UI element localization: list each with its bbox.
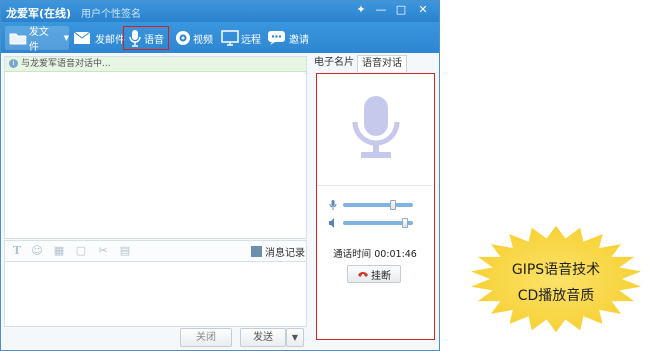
call-status-text: 与龙爱军语音对话中...	[21, 59, 111, 69]
image-icon[interactable]: ▦	[53, 245, 65, 257]
send-button[interactable]: 发送	[240, 328, 286, 347]
font-icon[interactable]: T	[11, 245, 23, 257]
invite-button[interactable]: 邀请	[267, 26, 309, 50]
send-mail-label: 发邮件	[95, 34, 125, 46]
feature-badge: GIPS语音技术 CD播放音质	[468, 225, 644, 333]
bottom-bar: 关闭 发送 ▼	[4, 328, 307, 348]
scissors-icon[interactable]: ✂	[97, 245, 109, 257]
remote-label: 远程	[241, 34, 261, 46]
call-time-value: 00:01:46	[374, 249, 417, 260]
close-icon[interactable]: ✕	[415, 3, 431, 17]
call-duration: 通话时间 00:01:46	[317, 246, 433, 260]
send-file-label: 发文件	[28, 27, 49, 53]
voice-call-panel: 通话时间 00:01:46 挂断	[316, 73, 435, 340]
divider	[317, 185, 433, 186]
microphone-icon	[352, 96, 400, 158]
right-panel: 电子名片 语音对话 通话时间 00:01:46 挂断	[309, 53, 437, 349]
tab-business-card[interactable]: 电子名片	[311, 55, 357, 72]
voice-button[interactable]: 语音	[123, 26, 169, 50]
minimize-icon[interactable]: —	[373, 3, 389, 17]
camera-icon	[176, 31, 190, 45]
call-status-notice: i 与龙爱军语音对话中...	[5, 57, 306, 72]
message-history-button[interactable]: 消息记录	[251, 244, 305, 259]
video-label: 视频	[193, 34, 213, 46]
monitor-icon	[221, 30, 239, 46]
info-icon: i	[9, 59, 18, 68]
starburst-shape	[470, 225, 642, 333]
file-icon[interactable]: ▤	[119, 245, 131, 257]
speaker-icon	[329, 218, 334, 228]
history-icon	[251, 246, 262, 257]
message-input[interactable]	[4, 262, 307, 327]
close-button[interactable]: 关闭	[180, 328, 232, 347]
emoji-icon[interactable]: ☺	[31, 245, 43, 257]
mail-icon	[73, 31, 91, 44]
speaker-volume-knob[interactable]	[401, 218, 408, 228]
phone-hangup-icon	[358, 272, 368, 277]
send-mail-button[interactable]: 发邮件	[73, 26, 125, 50]
pin-icon[interactable]: ✦	[353, 3, 369, 17]
badge-line-2: CD播放音质	[517, 288, 595, 304]
send-options-button[interactable]: ▼	[286, 328, 304, 347]
mic-volume-slider[interactable]	[329, 200, 419, 210]
user-signature: 用户个性签名	[81, 9, 141, 20]
hangup-label: 挂断	[371, 270, 391, 282]
message-history-label: 消息记录	[265, 248, 305, 259]
folder-icon	[9, 33, 27, 45]
mic-volume-track[interactable]	[343, 200, 413, 210]
mic-volume-knob[interactable]	[389, 200, 396, 210]
screenshot-icon[interactable]: ▢	[75, 245, 87, 257]
edit-toolbar: T ☺ ▦ ▢ ✂ ▤ 消息记录	[4, 240, 307, 262]
speaker-volume-slider[interactable]	[329, 218, 419, 228]
title-bar[interactable]: 龙爱军(在线) 用户个性签名 ✦ — □ ✕	[1, 1, 439, 22]
microphone-icon	[129, 30, 141, 47]
call-time-label: 通话时间	[333, 249, 372, 260]
voice-label: 语音	[144, 34, 164, 46]
mic-small-icon	[329, 200, 337, 210]
toolbar: 发文件 ▼ 发邮件 语音 视频 远程 邀请	[1, 22, 439, 53]
chat-window: 龙爱军(在线) 用户个性签名 ✦ — □ ✕ 发文件 ▼ 发邮件 语音 视频 远…	[0, 0, 440, 351]
speaker-volume-track[interactable]	[343, 218, 413, 228]
window-title: 龙爱军(在线)	[6, 7, 72, 20]
maximize-icon[interactable]: □	[393, 3, 409, 17]
chat-history[interactable]: i 与龙爱军语音对话中...	[4, 56, 307, 239]
video-button[interactable]: 视频	[175, 26, 213, 50]
send-file-button[interactable]: 发文件 ▼	[5, 26, 69, 53]
chevron-down-icon: ▼	[63, 34, 69, 42]
chat-bubble-icon	[268, 31, 285, 45]
remote-button[interactable]: 远程	[221, 26, 261, 50]
invite-label: 邀请	[289, 34, 309, 46]
badge-line-1: GIPS语音技术	[511, 262, 601, 278]
hangup-button[interactable]: 挂断	[347, 265, 401, 283]
panel-tabs: 电子名片 语音对话	[309, 53, 437, 72]
tab-voice-call[interactable]: 语音对话	[357, 55, 407, 72]
